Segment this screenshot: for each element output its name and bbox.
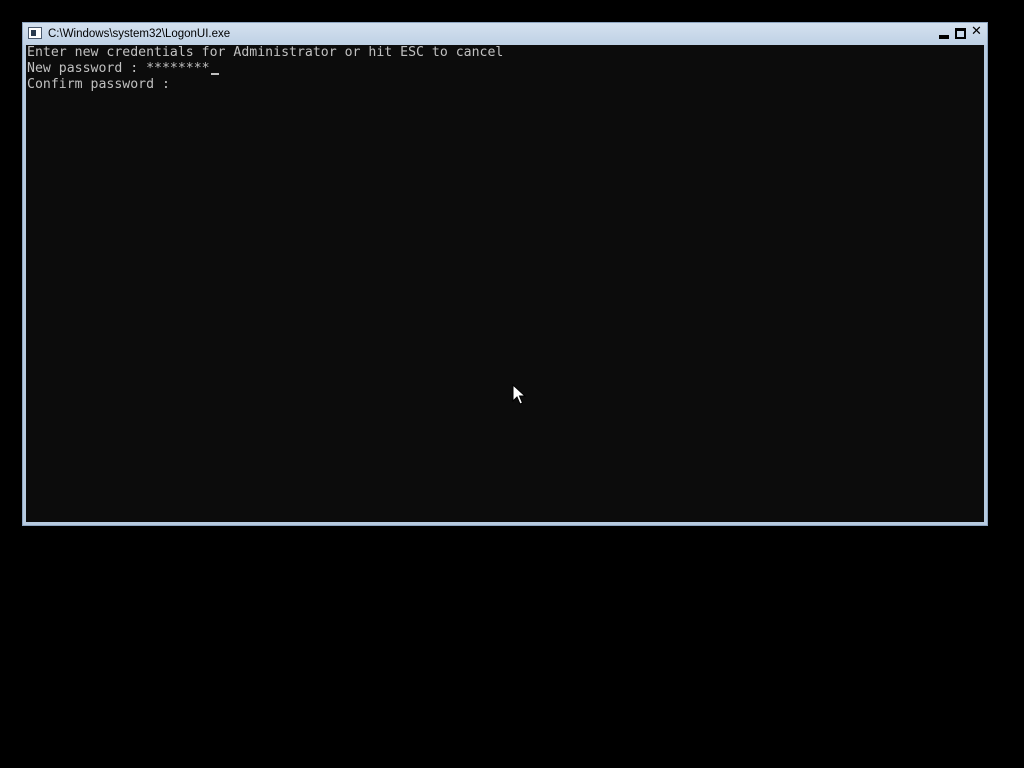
maximize-icon (955, 28, 966, 39)
new-password-field[interactable]: ******** (146, 61, 210, 76)
title-bar[interactable]: C:\Windows\system32\LogonUI.exe ✕ (23, 23, 987, 45)
new-password-label: New password : (27, 61, 147, 76)
arrow-cursor-icon (512, 384, 526, 405)
confirm-password-line: Confirm password : (27, 77, 178, 93)
confirm-password-label: Confirm password : (27, 77, 178, 92)
desktop: C:\Windows\system32\LogonUI.exe ✕ Enter … (0, 0, 1024, 768)
console-window[interactable]: C:\Windows\system32\LogonUI.exe ✕ Enter … (22, 22, 988, 526)
new-password-line: New password : ******** (27, 61, 219, 77)
window-title: C:\Windows\system32\LogonUI.exe (48, 28, 231, 40)
console-output[interactable]: Enter new credentials for Administrator … (26, 45, 984, 522)
minimize-button[interactable] (938, 28, 951, 40)
minimize-icon (939, 35, 949, 39)
console-window-icon[interactable] (28, 27, 42, 39)
close-button[interactable]: ✕ (970, 24, 983, 40)
text-cursor (210, 73, 219, 75)
credentials-prompt: Enter new credentials for Administrator … (27, 45, 504, 60)
close-icon: ✕ (971, 24, 982, 39)
maximize-button[interactable] (954, 28, 967, 40)
